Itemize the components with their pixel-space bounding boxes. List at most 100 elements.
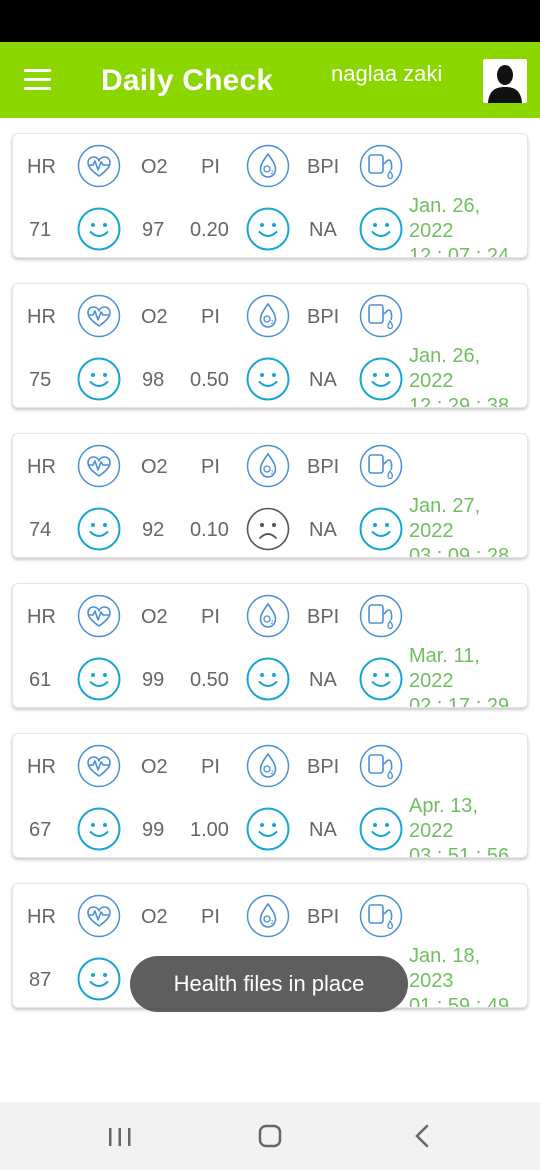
blood-pressure-icon [359, 744, 403, 788]
pi-label: PI [201, 756, 220, 778]
smiley-icon [359, 807, 403, 851]
hr-label: HR [27, 156, 56, 178]
hamburger-icon[interactable] [24, 69, 52, 91]
bpi-value: NA [309, 819, 337, 841]
smiley-icon [77, 357, 121, 401]
svg-text:2: 2 [271, 320, 274, 326]
o2-value: 98 [142, 369, 165, 391]
record-date: Apr. 13, 2022 03 : 51 : 56 [409, 794, 527, 858]
blood-pressure-icon [359, 594, 403, 638]
record-date: Jan. 18, 2023 01 : 59 : 49 [409, 944, 527, 1007]
heart-pulse-icon [77, 744, 121, 788]
heart-pulse-icon [77, 294, 121, 338]
blood-pressure-icon [359, 294, 403, 338]
bpi-label: BPI [307, 156, 340, 178]
svg-text:2: 2 [271, 770, 274, 776]
smiley-icon [359, 207, 403, 251]
o2-label: O2 [141, 606, 168, 628]
record-card[interactable]: HR O2 PI 2 BPI 61 99 0.50 NA Mar. 11, 2022 02 : 17 … [12, 583, 528, 708]
heart-pulse-icon [77, 444, 121, 488]
pi-label: PI [201, 306, 220, 328]
hr-value: 74 [29, 519, 52, 541]
page-title: Daily Check [101, 64, 274, 97]
time-line: 03 : 09 : 28 [409, 545, 510, 558]
smiley-icon [246, 357, 290, 401]
sad-face-icon [246, 507, 290, 551]
home-icon[interactable] [250, 1120, 290, 1154]
smiley-icon [77, 207, 121, 251]
hr-value: 67 [29, 819, 52, 841]
o2-label: O2 [141, 906, 168, 928]
record-card[interactable]: HR O2 PI 2 BPI 67 99 1.00 NA Apr. 13, 2022 03 : 51 … [12, 733, 528, 858]
o2-label: O2 [141, 306, 168, 328]
year-line: 2022 [409, 520, 454, 542]
records-list[interactable]: HR O2 PI 2 BPI 71 97 0.20 NA Jan. 26, 2022 12 : 07 … [0, 118, 540, 1102]
heart-pulse-icon [77, 894, 121, 938]
oxygen-drop-icon: 2 [246, 294, 290, 338]
hr-label: HR [27, 756, 56, 778]
bpi-value: NA [309, 669, 337, 691]
pi-label: PI [201, 156, 220, 178]
time-line: 02 : 17 : 29 [409, 695, 510, 708]
record-date: Mar. 11, 2022 02 : 17 : 29 [409, 644, 527, 708]
heart-pulse-icon [77, 144, 121, 188]
user-name[interactable]: naglaa zaki [331, 61, 442, 87]
smiley-icon [246, 207, 290, 251]
pi-label: PI [201, 606, 220, 628]
record-card[interactable]: HR O2 PI 2 BPI 75 98 0.50 NA Jan. 26, 2022 12 : 29 … [12, 283, 528, 408]
record-date: Jan. 26, 2022 12 : 29 : 38 [409, 344, 527, 408]
o2-value: 99 [142, 819, 165, 841]
status-bar [0, 0, 540, 42]
oxygen-drop-icon: 2 [246, 444, 290, 488]
smiley-icon [246, 657, 290, 701]
o2-value: 99 [142, 669, 165, 691]
smiley-icon [359, 357, 403, 401]
pi-label: PI [201, 906, 220, 928]
time-line: 12 : 07 : 24 [409, 245, 510, 258]
hr-label: HR [27, 606, 56, 628]
smiley-icon [77, 507, 121, 551]
svg-text:2: 2 [271, 470, 274, 476]
bpi-value: NA [309, 219, 337, 241]
o2-label: O2 [141, 156, 168, 178]
smiley-icon [77, 807, 121, 851]
date-line: Apr. 13, [409, 795, 478, 817]
blood-pressure-icon [359, 894, 403, 938]
time-line: 12 : 29 : 38 [409, 395, 510, 408]
hr-value: 71 [29, 219, 52, 241]
heart-pulse-icon [77, 594, 121, 638]
system-nav-bar [0, 1102, 540, 1170]
pi-value: 0.20 [190, 219, 229, 241]
recents-icon[interactable] [100, 1120, 140, 1154]
smiley-icon [359, 507, 403, 551]
back-icon[interactable] [402, 1120, 442, 1154]
year-line: 2022 [409, 220, 454, 242]
year-line: 2023 [409, 970, 454, 992]
blood-pressure-icon [359, 444, 403, 488]
person-avatar-icon[interactable] [483, 59, 527, 103]
record-date: Jan. 26, 2022 12 : 07 : 24 [409, 194, 527, 258]
hr-label: HR [27, 306, 56, 328]
date-line: Jan. 26, [409, 195, 481, 217]
o2-value: 97 [142, 219, 165, 241]
smiley-icon [246, 807, 290, 851]
bpi-label: BPI [307, 906, 340, 928]
oxygen-drop-icon: 2 [246, 144, 290, 188]
record-card[interactable]: HR O2 PI 2 BPI 71 97 0.20 NA Jan. 26, 2022 12 : 07 … [12, 133, 528, 258]
smiley-icon [77, 657, 121, 701]
year-line: 2022 [409, 820, 454, 842]
hr-label: HR [27, 906, 56, 928]
date-line: Jan. 27, [409, 495, 481, 517]
oxygen-drop-icon: 2 [246, 594, 290, 638]
bpi-label: BPI [307, 456, 340, 478]
record-date: Jan. 27, 2022 03 : 09 : 28 [409, 494, 527, 558]
svg-text:2: 2 [271, 920, 274, 926]
hr-value: 87 [29, 969, 52, 991]
pi-value: 0.50 [190, 669, 229, 691]
time-line: 03 : 51 : 56 [409, 845, 510, 858]
app-bar: Daily Check naglaa zaki [0, 42, 540, 118]
record-card[interactable]: HR O2 PI 2 BPI 74 92 0.10 NA Jan. 27, 2022 03 : 09 … [12, 433, 528, 558]
o2-label: O2 [141, 756, 168, 778]
blood-pressure-icon [359, 144, 403, 188]
pi-label: PI [201, 456, 220, 478]
